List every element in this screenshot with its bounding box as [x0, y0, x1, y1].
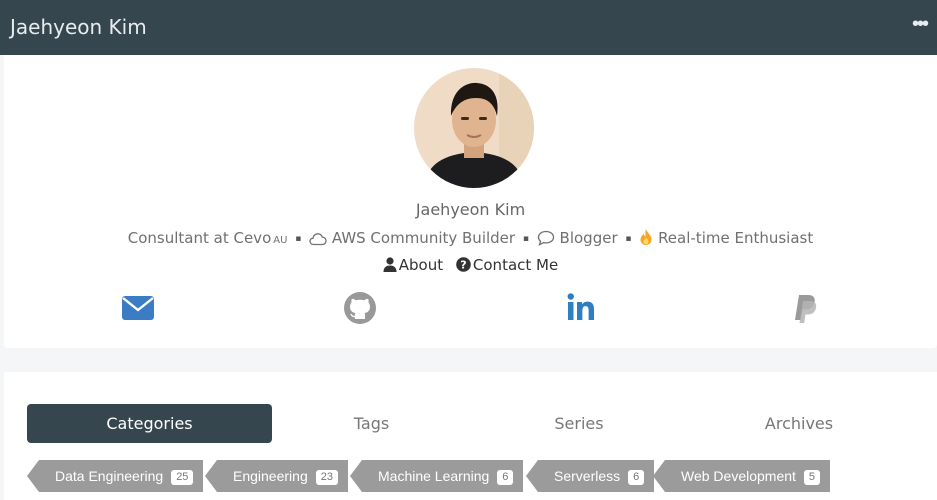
github-icon: [344, 292, 376, 324]
bio-role-country: AU: [273, 235, 288, 246]
bio-blogger: Blogger: [559, 229, 618, 247]
question-circle-icon: ?: [456, 257, 471, 272]
category-name: Data Engineering: [55, 468, 164, 484]
tab-categories[interactable]: Categories: [27, 404, 272, 443]
user-icon: [383, 257, 397, 272]
speech-bubble-icon: [537, 230, 554, 246]
avatar: [414, 68, 534, 188]
linkedin-icon: [567, 293, 594, 320]
about-link[interactable]: About: [383, 256, 443, 274]
category-count: 5: [803, 470, 821, 485]
bio-separator: ▪: [295, 234, 302, 244]
category-name: Engineering: [233, 468, 308, 484]
contact-link-label: Contact Me: [472, 256, 559, 274]
category-name: Web Development: [681, 468, 796, 484]
profile-links: About ? Contact Me: [4, 256, 937, 274]
bio-realtime: Real-time Enthusiast: [658, 229, 814, 247]
author-name: Jaehyeon Kim: [415, 200, 526, 219]
github-social-link[interactable]: [342, 290, 382, 326]
category-tag[interactable]: Data Engineering 25: [26, 460, 204, 492]
contact-link[interactable]: ? Contact Me: [456, 256, 558, 274]
category-count: 6: [497, 470, 514, 485]
svg-text:?: ?: [460, 259, 466, 272]
bio-role: Consultant at Cevo: [127, 229, 272, 247]
category-name: Serverless: [554, 468, 621, 484]
bio-separator: ▪: [522, 234, 529, 244]
category-tag[interactable]: Web Development 5: [652, 460, 831, 492]
category-count: 25: [171, 470, 194, 485]
envelope-icon: [122, 296, 154, 320]
category-tag[interactable]: Machine Learning 6: [349, 460, 524, 492]
category-count: 6: [628, 470, 645, 485]
category-tag[interactable]: Serverless 6: [525, 460, 655, 492]
category-tag[interactable]: Engineering 23: [205, 460, 348, 492]
nav-panel: Categories Tags Series Archives Data Eng…: [4, 372, 937, 500]
top-bar: Jaehyeon Kim •••: [0, 0, 937, 55]
category-name: Machine Learning: [378, 468, 490, 484]
category-count: 23: [315, 470, 338, 485]
profile-card: Jaehyeon Kim Consultant at Cevo AU ▪ AWS …: [4, 55, 937, 348]
email-social-link[interactable]: [120, 290, 160, 326]
paypal-icon: [795, 295, 817, 323]
bio-separator: ▪: [625, 234, 632, 244]
linkedin-social-link[interactable]: [564, 290, 604, 326]
about-link-label: About: [398, 256, 444, 274]
site-title[interactable]: Jaehyeon Kim: [10, 15, 147, 39]
tab-tags[interactable]: Tags: [334, 404, 409, 443]
paypal-social-link[interactable]: [786, 290, 826, 326]
bio-aws: AWS Community Builder: [331, 229, 516, 247]
cloud-icon: [309, 233, 327, 246]
tab-series[interactable]: Series: [539, 404, 619, 443]
author-bio: Consultant at Cevo AU ▪ AWS Community Bui…: [4, 228, 937, 247]
tab-archives[interactable]: Archives: [754, 404, 844, 443]
fire-icon: [640, 229, 652, 245]
more-menu-icon[interactable]: •••: [912, 13, 929, 36]
